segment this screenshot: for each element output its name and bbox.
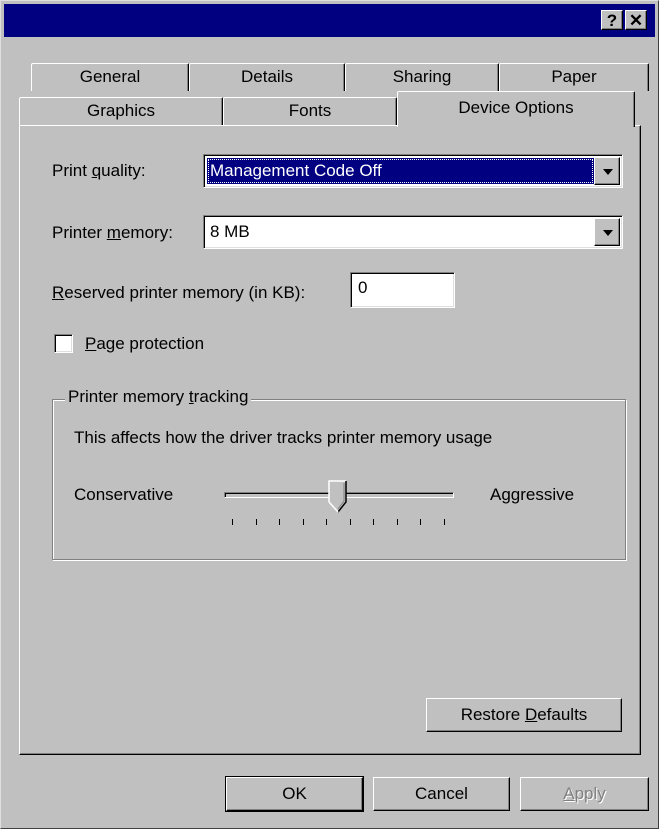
print-quality-value: Management Code Off xyxy=(207,158,594,184)
tab-general[interactable]: General xyxy=(31,63,189,91)
help-icon: ? xyxy=(606,11,618,30)
printer-memory-value: 8 MB xyxy=(210,222,250,241)
slider-tick xyxy=(279,519,281,525)
tracking-description: This affects how the driver tracks print… xyxy=(74,428,493,447)
print-quality-label: Print quality: xyxy=(52,161,146,180)
page-protection-label[interactable]: Page protection xyxy=(85,334,204,354)
restore-defaults-button[interactable]: Restore Defaults xyxy=(426,698,622,732)
slider-tick xyxy=(349,519,351,525)
title-bar: ? ✕ xyxy=(4,4,655,37)
tab-label: Graphics xyxy=(86,101,156,120)
print-quality-select[interactable]: Management Code Off xyxy=(203,154,623,188)
close-button[interactable]: ✕ xyxy=(625,10,647,30)
slider-tick xyxy=(326,519,328,525)
tab-fonts[interactable]: Fonts xyxy=(223,97,397,125)
slider-max-label: Aggressive xyxy=(490,485,575,504)
reserved-memory-label: Reserved printer memory (in KB): xyxy=(52,283,306,302)
dropdown-button[interactable] xyxy=(594,218,620,246)
printer-memory-select[interactable]: 8 MB xyxy=(203,215,623,249)
slider-tick xyxy=(420,519,422,525)
tab-details[interactable]: Details xyxy=(189,63,345,91)
slider-tick xyxy=(302,519,304,525)
slider-tick xyxy=(396,519,398,525)
page-protection-checkbox[interactable] xyxy=(54,334,73,353)
slider-tick xyxy=(373,519,375,525)
tab-sharing[interactable]: Sharing xyxy=(345,63,499,91)
properties-dialog: ? ✕ General Details Sharing Paper Graphi… xyxy=(0,0,659,829)
slider-tick xyxy=(232,519,233,525)
printer-memory-label: Printer memory: xyxy=(52,223,173,242)
tab-graphics[interactable]: Graphics xyxy=(19,97,223,125)
tab-label: Paper xyxy=(551,67,597,86)
cancel-button[interactable]: Cancel xyxy=(373,777,510,811)
reserved-memory-value: 0 xyxy=(358,278,368,297)
dropdown-button[interactable] xyxy=(594,157,620,185)
chevron-down-icon xyxy=(603,169,613,175)
tab-label: Fonts xyxy=(288,101,332,120)
memory-tracking-title: Printer memory tracking xyxy=(65,387,252,407)
apply-button[interactable]: Apply xyxy=(520,777,649,811)
close-icon: ✕ xyxy=(628,11,644,30)
tab-label: Device Options xyxy=(458,98,574,117)
slider-tick xyxy=(255,519,257,525)
tab-label: Details xyxy=(241,67,293,86)
tab-label: Sharing xyxy=(392,67,452,86)
slider-tick xyxy=(444,519,445,525)
help-button[interactable]: ? xyxy=(601,10,623,30)
reserved-memory-input[interactable]: 0 xyxy=(350,272,455,308)
chevron-down-icon xyxy=(603,230,613,236)
ok-button[interactable]: OK xyxy=(225,776,364,812)
tab-label: General xyxy=(79,67,141,86)
tab-device-options[interactable]: Device Options xyxy=(397,91,635,127)
slider-thumb[interactable] xyxy=(328,480,348,514)
tab-paper[interactable]: Paper xyxy=(499,63,649,91)
slider-min-label: Conservative xyxy=(74,485,174,504)
